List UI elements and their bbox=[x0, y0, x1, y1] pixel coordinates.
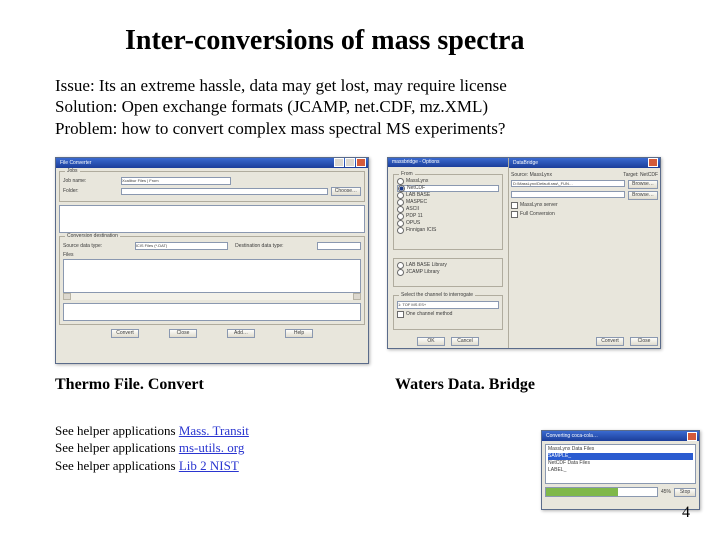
mbo-cancel-button[interactable]: Cancel bbox=[451, 337, 479, 346]
channel-group: Select the channel to interrogate 1: TOF… bbox=[393, 295, 503, 330]
from-opt-maspec[interactable]: MASPEC bbox=[397, 199, 499, 206]
body-text: Issue: Its an extreme hassle, data may g… bbox=[55, 75, 665, 139]
one-channel-check[interactable]: One channel method bbox=[397, 311, 499, 318]
channel-select[interactable]: 1: TOF MS ES+ bbox=[397, 301, 499, 309]
from-more-labbase-lib[interactable]: LAB BASE Library bbox=[397, 262, 499, 269]
progress-dialog: Converting coca-cola… MassLynx Data File… bbox=[541, 430, 700, 510]
dest-type-label: Destination data type: bbox=[235, 243, 314, 249]
mbo-ok-button[interactable]: OK bbox=[417, 337, 445, 346]
progress-row-3: LABEL_ bbox=[548, 467, 566, 473]
minimize-icon[interactable] bbox=[334, 158, 344, 167]
convert-button[interactable]: Convert bbox=[111, 329, 139, 338]
link-msutils[interactable]: ms-utils. org bbox=[179, 440, 245, 455]
db-source-input[interactable]: D:\MassLynx\Default.raw\_FUN… bbox=[511, 180, 625, 187]
databridge-window-title: DataBridge bbox=[513, 160, 538, 166]
files-label: Files bbox=[63, 252, 361, 258]
progress-row-0: MassLynx Data Files bbox=[548, 446, 594, 452]
jobs-group-label: Jobs bbox=[65, 168, 80, 174]
from-group: From MassLynx NetCDF LAB BASE MASPEC ASC… bbox=[393, 174, 503, 250]
problem-line: Problem: how to convert complex mass spe… bbox=[55, 118, 665, 139]
files-list[interactable] bbox=[63, 259, 361, 293]
solution-line: Solution: Open exchange formats (JCAMP, … bbox=[55, 96, 665, 117]
progress-stop-button[interactable]: Stop bbox=[674, 488, 696, 497]
files-list-2[interactable] bbox=[63, 303, 361, 321]
source-type-select[interactable]: ICIS Files (*.DAT) bbox=[135, 242, 228, 250]
choose-button[interactable]: Choose… bbox=[331, 187, 361, 196]
massbridge-left-pane: massbridge - Options From MassLynx NetCD… bbox=[388, 158, 509, 348]
db-close-button[interactable]: Close bbox=[630, 337, 658, 346]
page-number: 4 bbox=[682, 504, 690, 522]
from-opt-pdp11[interactable]: PDP 11 bbox=[397, 213, 499, 220]
massbridge-titlebar: massbridge - Options bbox=[388, 158, 508, 167]
source-type-label: Source data type: bbox=[63, 243, 132, 249]
add-button[interactable]: Add… bbox=[227, 329, 255, 338]
progress-list: MassLynx Data Files SAMPLE_ NetCDF Data … bbox=[545, 444, 696, 484]
db-target-input[interactable] bbox=[511, 191, 625, 198]
thermo-buttons: Convert Close Add… Help bbox=[56, 329, 368, 338]
progress-row-2: NetCDF Data Files bbox=[548, 460, 590, 466]
help-button[interactable]: Help bbox=[285, 329, 313, 338]
caption-waters: Waters Data. Bridge bbox=[395, 376, 535, 394]
maximize-icon[interactable] bbox=[345, 158, 355, 167]
db-close-icon[interactable] bbox=[648, 158, 658, 167]
db-browse-2-button[interactable]: Browse… bbox=[628, 191, 658, 200]
from-opt-netcdf[interactable]: NetCDF bbox=[397, 185, 499, 192]
from-opt-opus[interactable]: OPUS bbox=[397, 220, 499, 227]
thermo-window-title: File Converter bbox=[60, 160, 91, 166]
link-lib2nist[interactable]: Lib 2 NIST bbox=[179, 458, 239, 473]
close-icon[interactable] bbox=[356, 158, 366, 167]
from-opt-labbase[interactable]: LAB BASE bbox=[397, 192, 499, 199]
close-button[interactable]: Close bbox=[169, 329, 197, 338]
slide-title: Inter-conversions of mass spectra bbox=[125, 25, 665, 57]
dest-group: Conversion destination Source data type:… bbox=[59, 236, 365, 325]
progress-bar bbox=[545, 487, 658, 497]
thermo-dialog: File Converter Jobs Job name: Xcalibur F… bbox=[55, 157, 369, 364]
from-opt-icis[interactable]: Finnigan ICIS bbox=[397, 227, 499, 234]
channel-group-label: Select the channel to interrogate bbox=[399, 292, 475, 298]
thermo-titlebar: File Converter bbox=[56, 158, 368, 168]
progress-pct: 45% bbox=[661, 489, 671, 495]
massbridge-dialog: massbridge - Options From MassLynx NetCD… bbox=[387, 157, 661, 349]
caption-thermo: Thermo File. Convert bbox=[55, 376, 395, 394]
progress-row-1: SAMPLE_ bbox=[548, 453, 693, 460]
from-opt-ascii[interactable]: ASCII bbox=[397, 206, 499, 213]
folder-label: Folder: bbox=[63, 188, 118, 194]
jobname-select[interactable]: Xcalibur Files | From bbox=[121, 177, 231, 185]
databridge-titlebar: DataBridge bbox=[509, 158, 660, 168]
db-full-conversion-check[interactable]: Full Conversion bbox=[511, 211, 658, 218]
link-masstransit[interactable]: Mass. Transit bbox=[179, 423, 249, 438]
caption-row: Thermo File. Convert Waters Data. Bridge bbox=[55, 376, 665, 394]
jobs-group: Jobs Job name: Xcalibur Files | From Fol… bbox=[59, 171, 365, 202]
db-masslynx-server-check[interactable]: MassLynx server bbox=[511, 202, 658, 209]
dest-type-select[interactable] bbox=[317, 242, 361, 250]
from-more-group: LAB BASE Library JCAMP Library bbox=[393, 258, 503, 287]
from-more-jcamp-lib[interactable]: JCAMP Library bbox=[397, 269, 499, 276]
from-label: From bbox=[399, 171, 415, 177]
jobname-label: Job name: bbox=[63, 178, 118, 184]
db-source-label: Source: MassLynx bbox=[511, 172, 552, 178]
progress-close-icon[interactable] bbox=[687, 432, 697, 441]
mid-list[interactable] bbox=[59, 205, 365, 233]
progress-titlebar: Converting coca-cola… bbox=[542, 431, 699, 441]
progress-window-title: Converting coca-cola… bbox=[546, 433, 598, 439]
from-opt-masslynx[interactable]: MassLynx bbox=[397, 178, 499, 185]
db-target-label: Target: NetCDF bbox=[623, 172, 658, 178]
db-browse-1-button[interactable]: Browse… bbox=[628, 180, 658, 189]
db-convert-button[interactable]: Convert bbox=[596, 337, 624, 346]
massbridge-window-title: massbridge - Options bbox=[392, 159, 440, 165]
issue-line: Issue: Its an extreme hassle, data may g… bbox=[55, 75, 665, 96]
dest-group-label: Conversion destination bbox=[65, 233, 120, 239]
files-hscroll[interactable] bbox=[63, 293, 361, 300]
folder-input[interactable] bbox=[121, 188, 328, 195]
databridge-pane: DataBridge Source: MassLynx Target: NetC… bbox=[509, 158, 660, 348]
